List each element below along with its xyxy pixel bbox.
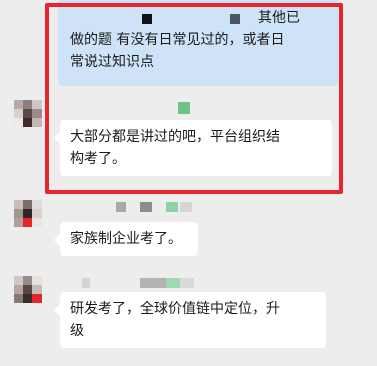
censored-name-mosaic	[166, 202, 178, 212]
censored-name-mosaic	[180, 202, 192, 212]
avatar[interactable]	[14, 200, 42, 236]
avatar[interactable]	[14, 276, 42, 312]
censored-name-mosaic	[166, 278, 180, 288]
chat-message-bubble[interactable]: 研发考了，全球价值链中定位，升 级	[54, 292, 326, 348]
message-text: 家族制企业考了。	[70, 231, 182, 247]
censored-name-mosaic	[140, 278, 166, 288]
censored-name-mosaic	[140, 202, 152, 212]
censored-name-mosaic	[82, 278, 90, 288]
chat-message-bubble[interactable]: 家族制企业考了。	[54, 222, 198, 256]
message-text: 研发考了，全球价值链中定位，升	[70, 301, 280, 317]
highlight-frame	[45, 3, 343, 194]
censored-name-mosaic	[180, 278, 194, 288]
message-text: 级	[70, 323, 84, 339]
censored-name-mosaic	[116, 202, 126, 212]
avatar[interactable]	[14, 100, 42, 136]
